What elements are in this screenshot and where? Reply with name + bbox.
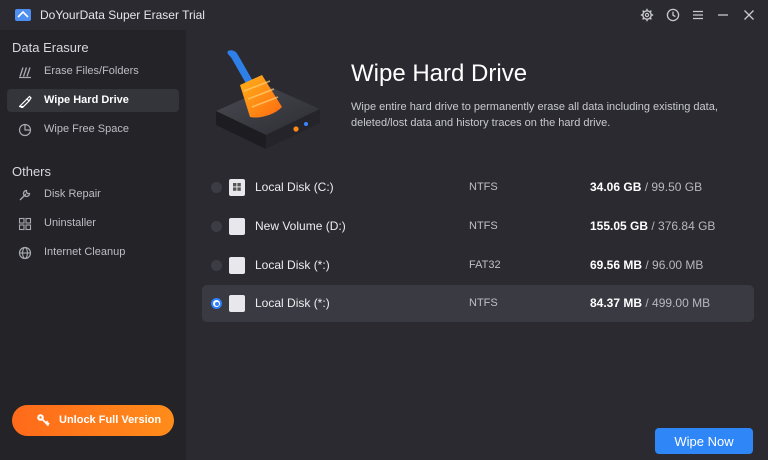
disk-used: 69.56 MB — [590, 258, 643, 272]
disk-row[interactable]: New Volume (D:) NTFS 155.05 GB / 376.84 … — [202, 208, 754, 245]
sidebar-item-wipe-hard-drive[interactable]: Wipe Hard Drive — [7, 89, 179, 112]
minimize-button[interactable] — [713, 5, 733, 25]
disk-filesystem: NTFS — [469, 297, 498, 309]
disk-used: 84.37 MB — [590, 296, 643, 310]
disk-name: New Volume (D:) — [255, 219, 346, 233]
unlock-label: Unlock Full Version — [59, 414, 162, 426]
sidebar-item-label: Disk Repair — [44, 188, 101, 200]
app-logo-icon — [15, 9, 31, 21]
disk-total: / 376.84 GB — [651, 219, 716, 233]
page-description: Wipe entire hard drive to permanently er… — [351, 101, 718, 129]
disk-size: 155.05 GB / 376.84 GB — [590, 219, 715, 233]
menu-button[interactable] — [688, 5, 708, 25]
close-button[interactable] — [739, 5, 759, 25]
disk-name: Local Disk (*:) — [255, 258, 330, 272]
sidebar-item-uninstaller[interactable]: Uninstaller — [7, 212, 179, 235]
hard-drive-brush-illustration — [216, 50, 320, 149]
unlock-full-version-button[interactable]: Unlock Full Version — [12, 405, 174, 436]
disk-filesystem: FAT32 — [469, 259, 501, 271]
drive-icon — [229, 295, 245, 312]
drive-icon — [17, 93, 32, 108]
sidebar-item-label: Erase Files/Folders — [44, 65, 139, 77]
disk-total: / 99.50 GB — [644, 180, 703, 194]
drive-icon — [229, 218, 245, 235]
disk-total: / 96.00 MB — [645, 258, 704, 272]
sidebar-item-internet-cleanup[interactable]: Internet Cleanup — [7, 241, 179, 264]
disk-size: 84.37 MB / 499.00 MB — [590, 296, 710, 310]
disk-filesystem: NTFS — [469, 220, 498, 232]
close-icon — [744, 10, 754, 20]
key-icon — [37, 414, 50, 427]
windows-drive-icon — [229, 179, 245, 196]
disk-total: / 499.00 MB — [645, 296, 711, 310]
sidebar-item-label: Uninstaller — [44, 217, 96, 229]
disk-used: 155.05 GB — [590, 219, 649, 233]
minimize-icon — [718, 14, 728, 16]
disk-name: Local Disk (C:) — [255, 180, 334, 194]
title-bar: DoYourData Super Eraser Trial — [0, 0, 768, 30]
window-title: DoYourData Super Eraser Trial — [40, 8, 205, 22]
page-title: Wipe Hard Drive — [351, 60, 528, 87]
sidebar: Data Erasure Erase Files/Folders Wipe Ha… — [0, 30, 186, 460]
radio-button[interactable] — [211, 182, 222, 193]
pie-icon — [17, 122, 32, 137]
gear-icon — [640, 8, 654, 22]
grid-icon — [17, 216, 32, 231]
section-title-others: Others — [12, 164, 52, 179]
section-title-data-erasure: Data Erasure — [12, 40, 89, 55]
clock-icon — [666, 8, 680, 22]
radio-button[interactable] — [211, 221, 222, 232]
drive-icon — [229, 257, 245, 274]
disk-row[interactable]: Local Disk (C:) NTFS 34.06 GB / 99.50 GB — [202, 169, 754, 206]
sidebar-item-disk-repair[interactable]: Disk Repair — [7, 183, 179, 206]
sidebar-item-label: Internet Cleanup — [44, 246, 126, 258]
sidebar-item-label: Wipe Free Space — [44, 123, 129, 135]
settings-button[interactable] — [637, 5, 657, 25]
disk-filesystem: NTFS — [469, 181, 498, 193]
radio-button-selected[interactable] — [211, 298, 222, 309]
globe-icon — [17, 245, 32, 260]
history-button[interactable] — [663, 5, 683, 25]
disk-name: Local Disk (*:) — [255, 296, 330, 310]
sidebar-item-wipe-free-space[interactable]: Wipe Free Space — [7, 118, 179, 141]
menu-icon — [693, 10, 703, 20]
disk-used: 34.06 GB — [590, 180, 642, 194]
disk-row[interactable]: Local Disk (*:) FAT32 69.56 MB / 96.00 M… — [202, 247, 754, 284]
disk-row-selected[interactable]: Local Disk (*:) NTFS 84.37 MB / 499.00 M… — [202, 285, 754, 322]
sidebar-item-label: Wipe Hard Drive — [44, 94, 129, 106]
disk-size: 34.06 GB / 99.50 GB — [590, 180, 702, 194]
radio-button[interactable] — [211, 260, 222, 271]
wrench-icon — [17, 187, 32, 202]
sidebar-item-erase-files[interactable]: Erase Files/Folders — [7, 60, 179, 83]
wipe-now-button[interactable]: Wipe Now — [655, 428, 753, 454]
files-icon — [17, 64, 32, 79]
disk-size: 69.56 MB / 96.00 MB — [590, 258, 703, 272]
